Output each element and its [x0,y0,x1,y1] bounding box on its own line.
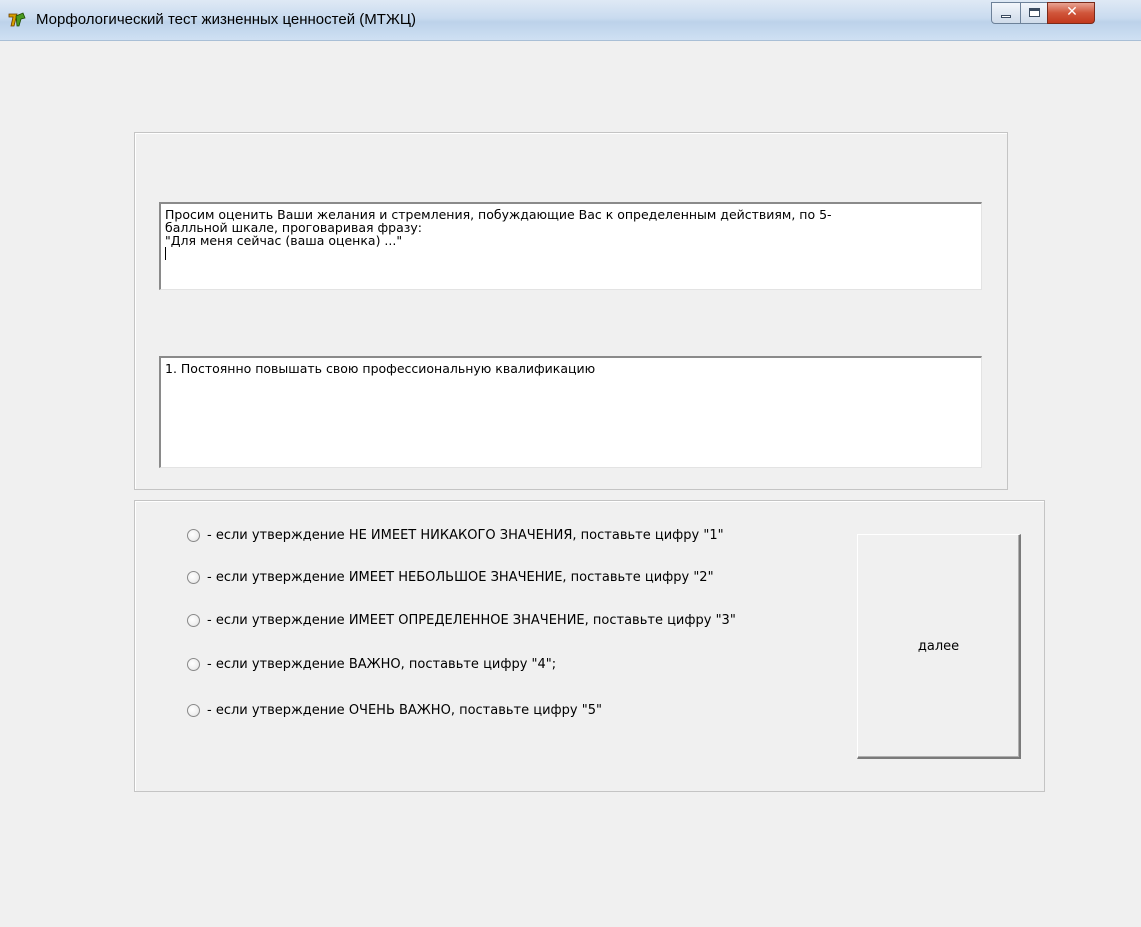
minimize-button[interactable] [991,2,1021,24]
radio-button[interactable] [187,704,200,717]
option-2-label: - если утверждение ИМЕЕТ НЕБОЛЬШОЕ ЗНАЧЕ… [207,570,714,585]
maximize-button[interactable] [1020,2,1048,24]
option-4-label: - если утверждение ВАЖНО, поставьте цифр… [207,657,557,672]
window-title: Морфологический тест жизненных ценностей… [36,11,417,28]
main-window: Морфологический тест жизненных ценностей… [0,0,1141,927]
question-text: 1. Постоянно повышать свою профессиональ… [165,361,596,376]
close-icon: ✕ [1066,4,1078,20]
radio-button[interactable] [187,571,200,584]
text-caret [165,247,977,260]
next-button[interactable]: далее [857,534,1021,759]
option-1-label: - если утверждение НЕ ИМЕЕТ НИКАКОГО ЗНА… [207,528,724,543]
radio-button[interactable] [187,614,200,627]
title-bar[interactable]: Морфологический тест жизненных ценностей… [0,0,1141,41]
question-memo[interactable]: 1. Постоянно повышать свою профессиональ… [159,356,982,468]
instructions-memo[interactable]: Просим оценить Ваши желания и стремления… [159,202,982,290]
radio-button[interactable] [187,658,200,671]
minimize-icon [1001,15,1011,18]
app-logo-icon [8,12,26,27]
radio-button[interactable] [187,529,200,542]
option-5-label: - если утверждение ОЧЕНЬ ВАЖНО, поставьт… [207,703,602,718]
option-3-label: - если утверждение ИМЕЕТ ОПРЕДЕЛЕННОЕ ЗН… [207,613,736,628]
maximize-icon [1029,8,1040,17]
instructions-line-3: "Для меня сейчас (ваша оценка) ..." [165,233,403,248]
close-button[interactable]: ✕ [1047,2,1095,24]
